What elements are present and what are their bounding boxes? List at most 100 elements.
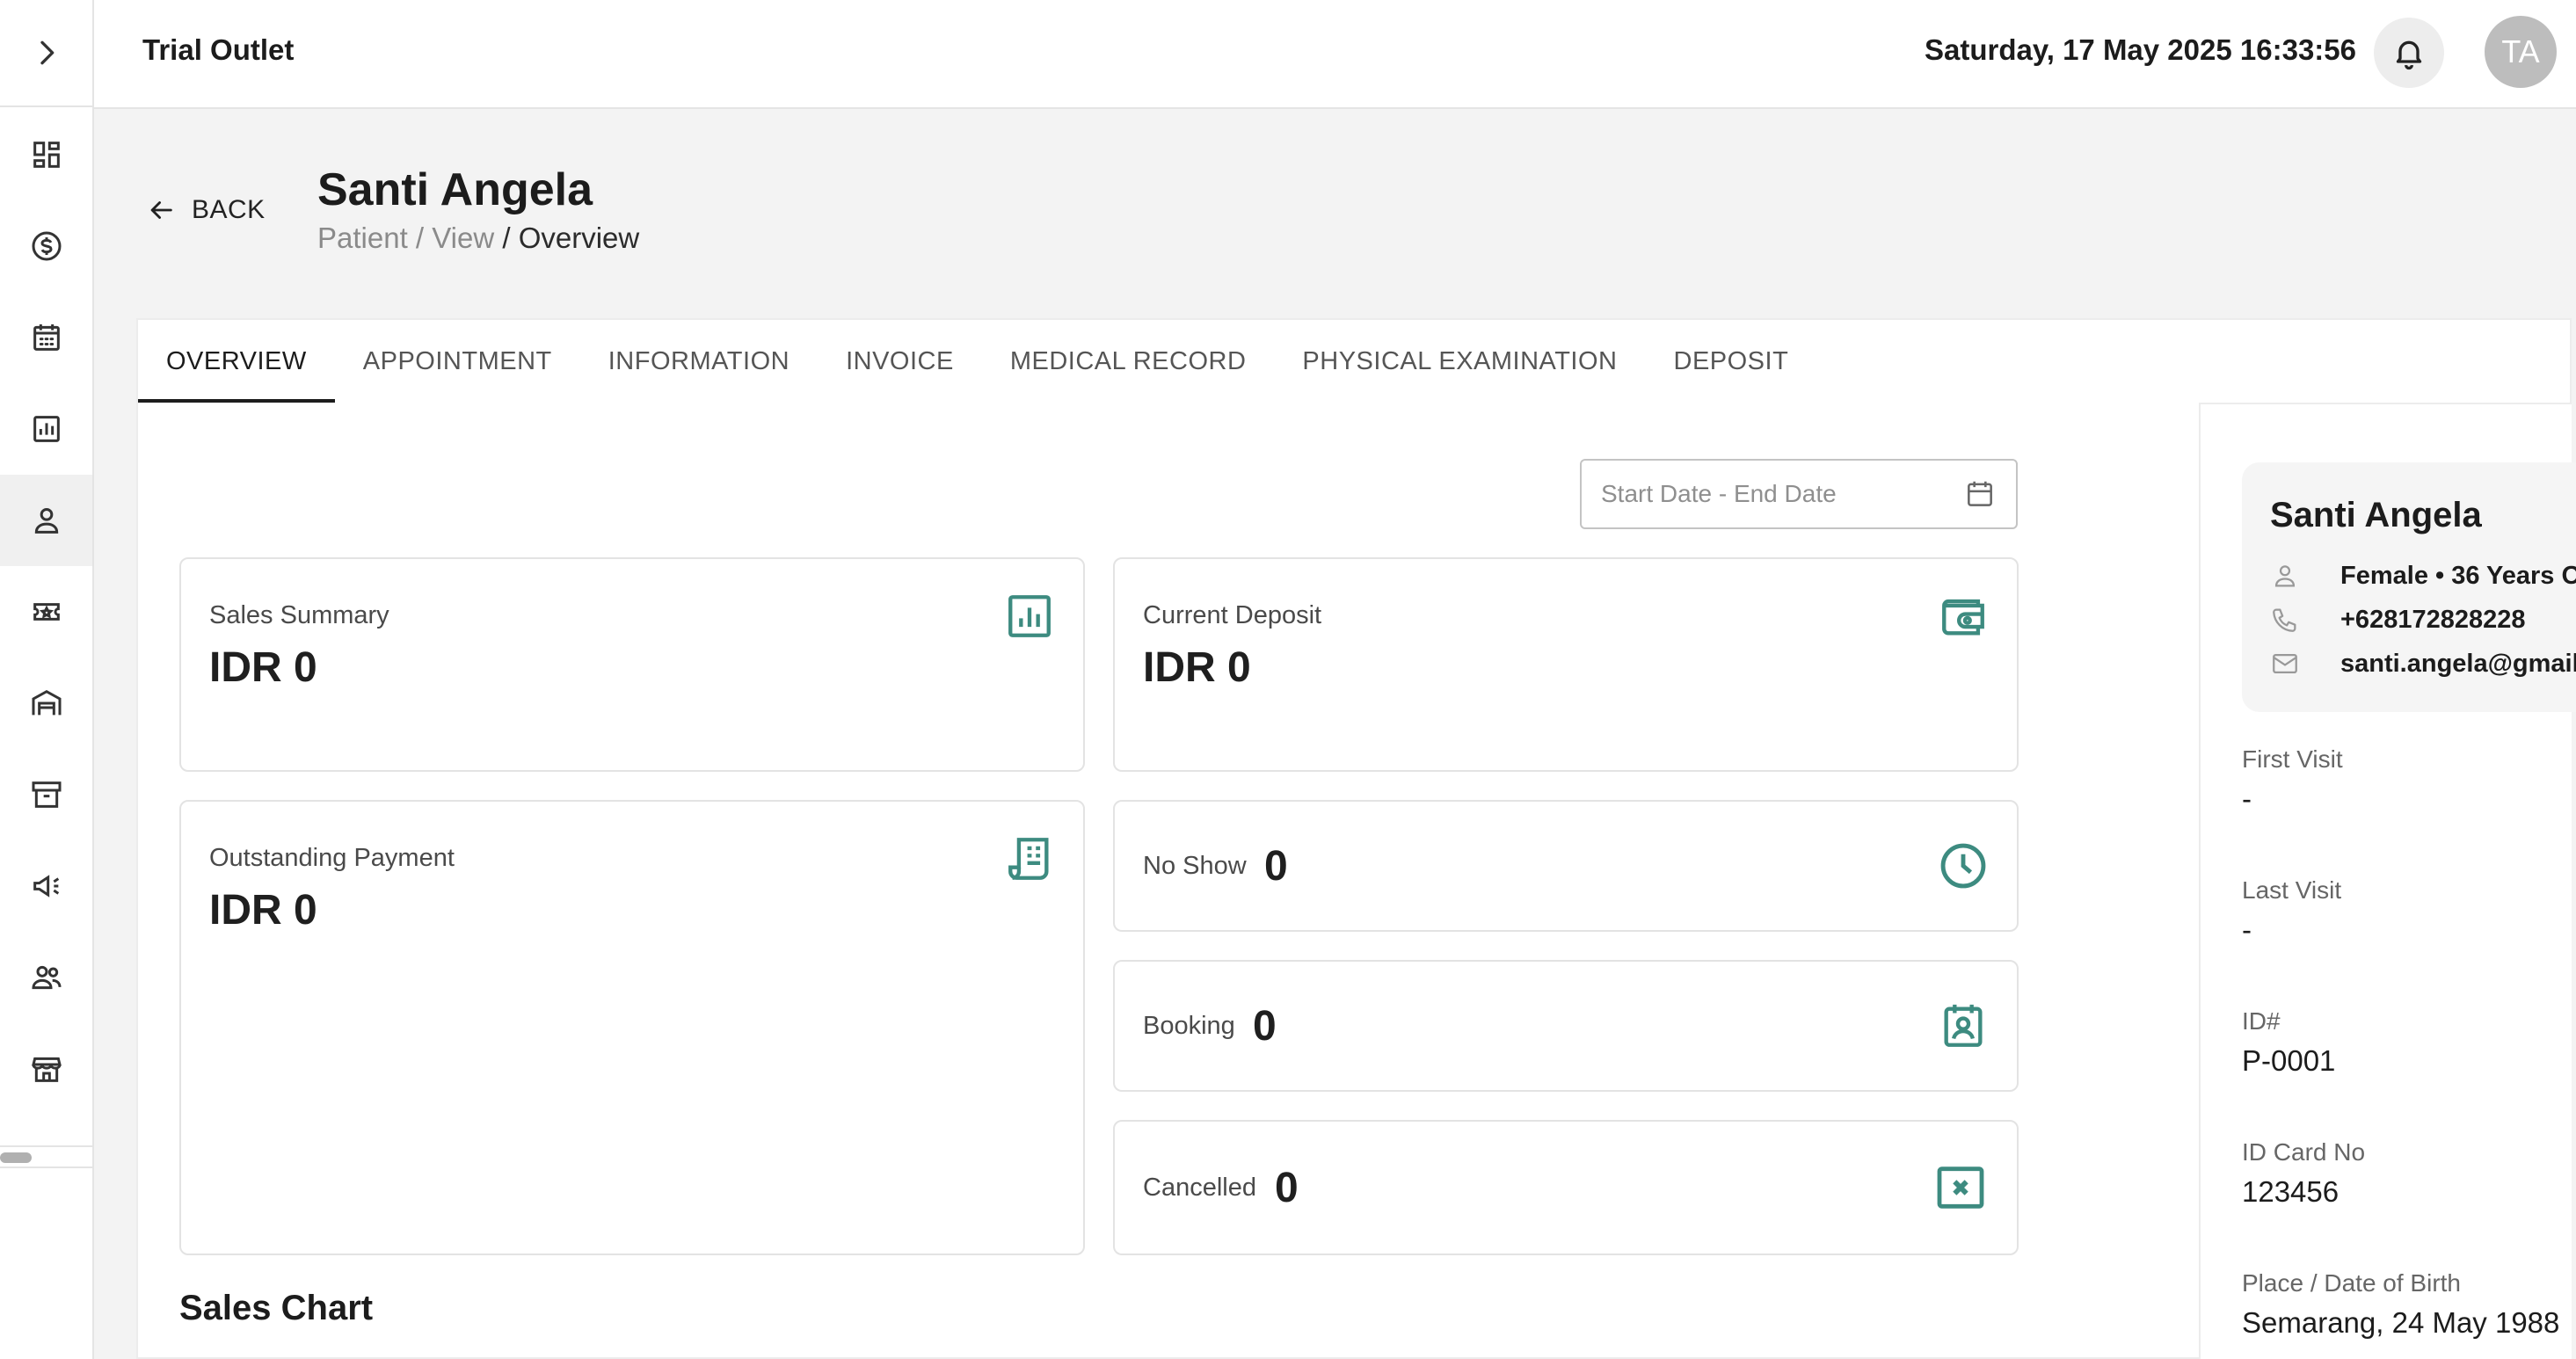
dollar-icon <box>32 231 61 261</box>
sidebar-toggle-button[interactable] <box>0 0 92 107</box>
dashboard-icon <box>33 142 60 168</box>
clock-icon <box>1940 843 1986 889</box>
sidebar-item-calendar[interactable] <box>0 292 92 383</box>
outstanding-payment-card: Outstanding Payment IDR 0 <box>179 800 1085 1255</box>
user-icon <box>2274 565 2296 587</box>
calendar-user-icon <box>1944 1004 1983 1047</box>
user-icon <box>34 508 58 534</box>
first-visit-field: First Visit - <box>2242 745 2343 816</box>
tab-invoice[interactable]: INVOICE <box>818 320 982 403</box>
notifications-button[interactable] <box>2374 18 2444 88</box>
arrow-left-icon <box>150 201 172 219</box>
topbar: Trial Outlet Saturday, 17 May 2025 16:33… <box>94 0 2576 109</box>
last-visit-field: Last Visit - <box>2242 876 2341 947</box>
patient-email-row: santi.angela@gmail.com <box>2270 649 2576 679</box>
sidebar-item-dashboard[interactable] <box>0 109 92 200</box>
patient-phone-row: +628172828228 <box>2270 605 2525 635</box>
breadcrumb-current: Overview <box>518 222 640 254</box>
sidebar-item-staff[interactable] <box>0 932 92 1023</box>
date-range-input[interactable]: Start Date - End Date <box>1580 459 2018 529</box>
sales-summary-card: Sales Summary IDR 0 <box>179 557 1085 772</box>
no-show-label: No Show <box>1143 851 1247 880</box>
current-deposit-label: Current Deposit <box>1143 601 1322 629</box>
first-visit-label: First Visit <box>2242 745 2343 773</box>
users-group-icon <box>31 965 61 990</box>
cancelled-card: Cancelled 0 <box>1113 1120 2019 1255</box>
patient-phone: +628172828228 <box>2340 605 2526 634</box>
outstanding-payment-label: Outstanding Payment <box>209 844 455 872</box>
cancelled-label: Cancelled <box>1143 1173 1256 1202</box>
sidebar-item-warehouse[interactable] <box>0 658 92 749</box>
booking-card: Booking 0 <box>1113 960 2019 1092</box>
megaphone-icon <box>33 875 59 898</box>
sidebar-item-patients[interactable] <box>0 475 92 566</box>
birth-value: Semarang, 24 May 1988 <box>2242 1306 2560 1339</box>
tab-physical-examination[interactable]: PHYSICAL EXAMINATION <box>1274 320 1645 403</box>
cancelled-value: 0 <box>1275 1164 1299 1211</box>
patient-id-value: P-0001 <box>2242 1044 2336 1077</box>
current-deposit-card: Current Deposit IDR 0 <box>1113 557 2019 772</box>
user-avatar[interactable]: TA <box>2485 16 2557 88</box>
last-visit-label: Last Visit <box>2242 876 2342 904</box>
patient-id-field: ID# P-0001 <box>2242 1007 2335 1078</box>
sidebar-item-outlets[interactable] <box>0 1023 92 1115</box>
sidebar-item-vouchers[interactable] <box>0 566 92 658</box>
patient-profile-card: Santi Angela Female • 36 Years Old +6281… <box>2242 462 2576 712</box>
sidebar-item-marketing[interactable] <box>0 840 92 932</box>
sidebar <box>0 0 94 1359</box>
back-label: BACK <box>192 195 266 224</box>
date-range-placeholder: Start Date - End Date <box>1601 480 1837 507</box>
breadcrumb-separator: / <box>407 222 433 254</box>
birth-label: Place / Date of Birth <box>2242 1269 2462 1297</box>
id-card-value: 123456 <box>2242 1175 2340 1208</box>
tab-appointment[interactable]: APPOINTMENT <box>335 320 580 403</box>
bell-icon <box>2396 40 2422 70</box>
chevron-right-icon <box>40 40 54 65</box>
tab-deposit[interactable]: DEPOSIT <box>1646 320 1817 403</box>
tab-medical-record[interactable]: MEDICAL RECORD <box>982 320 1275 403</box>
scrollbar-thumb[interactable] <box>0 1152 32 1163</box>
warehouse-icon <box>32 689 61 716</box>
sidebar-item-reports[interactable] <box>0 383 92 475</box>
first-visit-value: - <box>2242 782 2252 815</box>
outstanding-payment-value: IDR 0 <box>209 887 317 934</box>
phone-icon <box>2273 608 2296 632</box>
sidebar-scrollbar[interactable] <box>0 1145 92 1168</box>
patient-info-panel: Santi Angela Female • 36 Years Old +6281… <box>2199 403 2576 1359</box>
sales-chart-title: Sales Chart <box>179 1289 374 1327</box>
id-card-label: ID Card No <box>2242 1138 2366 1166</box>
report-chart-icon <box>1008 595 1051 637</box>
patient-name: Santi Angela <box>2270 496 2482 534</box>
breadcrumb: Patient / View / Overview <box>317 222 639 255</box>
back-button[interactable]: BACK <box>146 195 266 225</box>
sidebar-item-sales[interactable] <box>0 200 92 292</box>
current-deposit-value: IDR 0 <box>1143 644 1251 691</box>
x-box-icon <box>1937 1166 1984 1209</box>
breadcrumb-separator: / <box>494 222 519 254</box>
breadcrumb-patient[interactable]: Patient <box>317 222 408 254</box>
sidebar-item-inventory[interactable] <box>0 749 92 840</box>
store-icon <box>31 1057 62 1082</box>
tab-overview[interactable]: OVERVIEW <box>138 320 335 403</box>
calendar-icon <box>33 324 60 351</box>
receipt-icon <box>1008 838 1049 880</box>
patient-gender-age-row: Female • 36 Years Old <box>2270 561 2576 591</box>
calendar-icon[interactable] <box>1963 477 1997 511</box>
last-visit-value: - <box>2242 913 2252 946</box>
id-card-field: ID Card No 123456 <box>2242 1138 2365 1209</box>
patient-tabs: OVERVIEW APPOINTMENT INFORMATION INVOICE… <box>138 320 1816 403</box>
page-title: Santi Angela <box>317 164 593 215</box>
breadcrumb-view[interactable]: View <box>432 222 494 254</box>
ticket-icon <box>33 603 60 621</box>
outlet-name[interactable]: Trial Outlet <box>142 33 294 67</box>
no-show-value: 0 <box>1264 842 1288 890</box>
archive-icon <box>32 781 61 808</box>
sales-summary-value: IDR 0 <box>209 644 317 691</box>
patient-email: santi.angela@gmail.com <box>2340 649 2576 678</box>
patient-main-card: OVERVIEW APPOINTMENT INFORMATION INVOICE… <box>136 318 2576 1359</box>
wallet-icon <box>1942 599 1984 636</box>
no-show-card: No Show 0 <box>1113 800 2019 932</box>
booking-label: Booking <box>1143 1011 1235 1040</box>
sales-summary-label: Sales Summary <box>209 601 389 629</box>
tab-information[interactable]: INFORMATION <box>580 320 818 403</box>
